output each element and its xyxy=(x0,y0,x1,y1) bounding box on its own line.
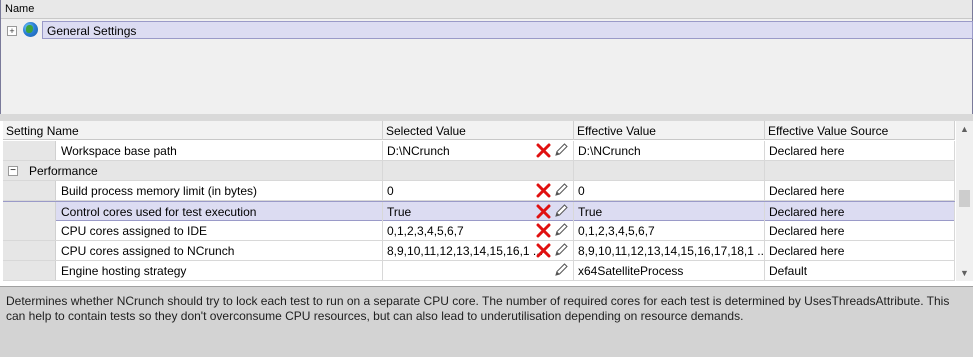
column-header-setting-name[interactable]: Setting Name xyxy=(3,121,383,140)
setting-name-cell[interactable]: CPU cores assigned to IDE xyxy=(3,221,383,240)
setting-row[interactable]: CPU cores assigned to IDE 0,1,2,3,4,5,6,7… xyxy=(3,221,955,241)
pencil-icon[interactable] xyxy=(553,262,569,278)
category-label: Performance xyxy=(29,164,98,178)
category-cell[interactable]: − Performance xyxy=(3,161,383,180)
effective-value-source-cell[interactable]: Declared here xyxy=(765,221,955,240)
effective-value-source-cell[interactable]: Declared here xyxy=(765,141,955,160)
column-header-effective-value[interactable]: Effective Value xyxy=(574,121,765,140)
column-header-selected-value[interactable]: Selected Value xyxy=(383,121,574,140)
category-row[interactable]: − Performance xyxy=(3,161,955,181)
setting-name-cell[interactable]: Workspace base path xyxy=(3,141,383,160)
effective-value-source-cell[interactable]: Declared here xyxy=(765,181,955,200)
vertical-scrollbar[interactable]: ▲ ▼ xyxy=(956,121,973,281)
pencil-icon[interactable] xyxy=(553,222,569,238)
effective-value-cell[interactable]: D:\NCrunch xyxy=(574,141,765,160)
collapse-icon[interactable]: − xyxy=(8,166,18,176)
selected-value-text: 0 xyxy=(387,184,394,198)
selected-value-cell[interactable]: True xyxy=(383,202,574,221)
selected-value-cell xyxy=(383,161,574,180)
setting-name-cell[interactable]: CPU cores assigned to NCrunch xyxy=(3,241,383,260)
setting-name-cell[interactable]: Control cores used for test execution xyxy=(3,202,383,221)
solution-tree-panel: Name + General Settings xyxy=(0,0,973,114)
expand-icon[interactable]: + xyxy=(7,26,17,36)
effective-value-source-cell[interactable]: Default xyxy=(765,261,955,280)
effective-value-cell[interactable]: 0,1,2,3,4,5,6,7 xyxy=(574,221,765,240)
setting-name-cell[interactable]: Engine hosting strategy xyxy=(3,261,383,280)
setting-row[interactable]: Workspace base path D:\NCrunch D:\NCrunch D… xyxy=(3,141,955,161)
pencil-icon[interactable] xyxy=(553,203,569,219)
reset-icon[interactable] xyxy=(536,203,552,219)
scroll-up-button[interactable]: ▲ xyxy=(956,121,973,137)
setting-row[interactable]: CPU cores assigned to NCrunch 8,9,10,11,1… xyxy=(3,241,955,261)
effective-value-cell[interactable]: x64SatelliteProcess xyxy=(574,261,765,280)
effective-value-cell[interactable]: 0 xyxy=(574,181,765,200)
selected-value-text: 0,1,2,3,4,5,6,7 xyxy=(387,224,464,238)
setting-row[interactable]: Engine hosting strategy x64SatelliteProce… xyxy=(3,261,955,281)
reset-icon[interactable] xyxy=(536,242,552,258)
pencil-icon[interactable] xyxy=(553,242,569,258)
row-actions xyxy=(536,262,570,279)
pencil-icon[interactable] xyxy=(553,142,569,158)
selected-value-text: D:\NCrunch xyxy=(387,144,450,158)
effective-value-source-cell[interactable]: Declared here xyxy=(765,202,955,221)
scroll-down-button[interactable]: ▼ xyxy=(956,265,973,281)
reset-icon[interactable] xyxy=(536,222,552,238)
selected-value-cell[interactable]: 0,1,2,3,4,5,6,7 xyxy=(383,221,574,240)
row-actions xyxy=(536,182,570,199)
tree-item-general-settings[interactable]: + General Settings xyxy=(1,20,973,40)
setting-name-cell[interactable]: Build process memory limit (in bytes) xyxy=(3,181,383,200)
row-actions xyxy=(536,142,570,159)
effective-value-cell[interactable]: 8,9,10,11,12,13,14,15,16,17,18,1 ... xyxy=(574,241,765,260)
setting-row[interactable]: Control cores used for test execution Tru… xyxy=(3,201,955,221)
selected-value-text: 8,9,10,11,12,13,14,15,16,1 ... xyxy=(387,244,543,258)
row-actions xyxy=(536,222,570,239)
name-column-header[interactable]: Name xyxy=(1,0,972,19)
selected-value-cell[interactable]: 0 xyxy=(383,181,574,200)
scroll-thumb[interactable] xyxy=(959,190,970,207)
grid-header: Setting Name Selected Value Effective Va… xyxy=(3,121,955,140)
effective-value-cell xyxy=(574,161,765,180)
settings-grid: Setting Name Selected Value Effective Va… xyxy=(3,121,955,281)
reset-icon[interactable] xyxy=(536,182,552,198)
pencil-icon[interactable] xyxy=(553,182,569,198)
effective-value-source-cell xyxy=(765,161,955,180)
effective-value-source-cell[interactable]: Declared here xyxy=(765,241,955,260)
row-actions xyxy=(536,242,570,259)
selected-value-text: True xyxy=(387,205,412,219)
column-header-effective-value-source[interactable]: Effective Value Source xyxy=(765,121,955,140)
selected-value-cell[interactable]: 8,9,10,11,12,13,14,15,16,1 ... xyxy=(383,241,574,260)
effective-value-cell[interactable]: True xyxy=(574,202,765,221)
selected-value-cell[interactable]: D:\NCrunch xyxy=(383,141,574,160)
reset-icon[interactable] xyxy=(536,142,552,158)
setting-row[interactable]: Build process memory limit (in bytes) 0 0 D… xyxy=(3,181,955,201)
selected-value-cell[interactable] xyxy=(383,261,574,280)
setting-description: Determines whether NCrunch should try to… xyxy=(0,286,973,357)
tree-item-label[interactable]: General Settings xyxy=(42,21,973,39)
panel-splitter[interactable] xyxy=(0,114,973,121)
row-actions xyxy=(536,203,570,220)
globe-icon xyxy=(23,22,38,37)
